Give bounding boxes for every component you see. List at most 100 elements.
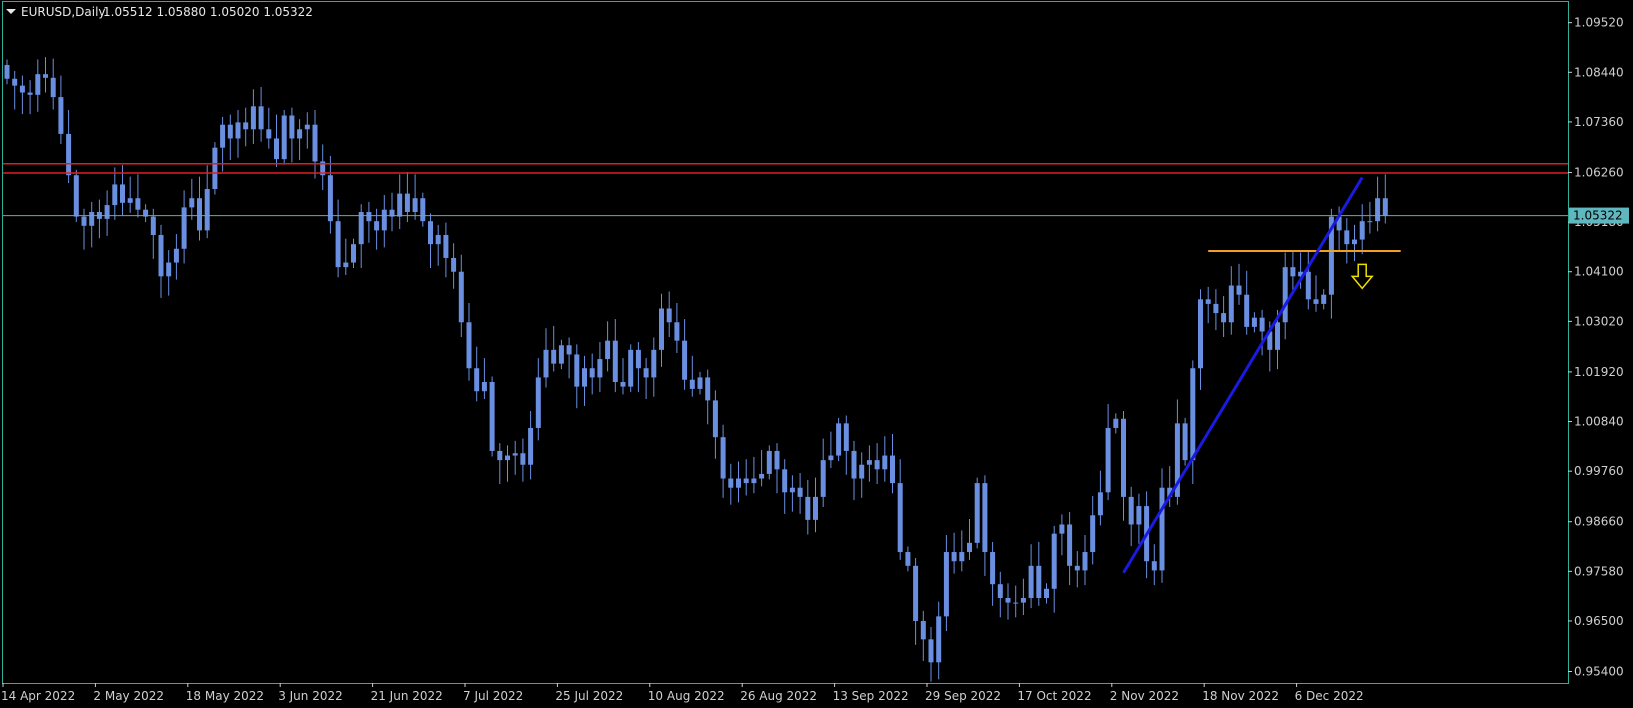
x-tick-label: 13 Sep 2022 <box>833 689 909 703</box>
candle-body <box>112 184 118 206</box>
candle-body <box>158 234 164 277</box>
x-tick-label: 18 May 2022 <box>186 689 264 703</box>
candle-body <box>882 455 888 470</box>
candle-body <box>828 455 834 461</box>
candle-body <box>335 221 341 268</box>
candle <box>836 417 842 462</box>
candle-body <box>836 423 842 456</box>
candle-body <box>797 487 803 497</box>
y-tick-label: 1.04100 <box>1574 265 1624 279</box>
candle-body <box>12 78 18 86</box>
candle-body <box>751 478 757 484</box>
candle-body <box>974 483 980 543</box>
candle-body <box>435 234 441 245</box>
x-tick-label: 3 Jun 2022 <box>278 689 343 703</box>
candle-body <box>612 340 618 383</box>
x-tick-label: 29 Sep 2022 <box>925 689 1001 703</box>
y-tick-label: 0.96500 <box>1574 614 1624 628</box>
candle-body <box>81 216 87 226</box>
candle-body <box>897 483 903 553</box>
candle-body <box>204 189 210 231</box>
candle-body <box>774 450 780 470</box>
candle-body <box>628 349 634 387</box>
candle-body <box>366 211 372 222</box>
y-tick-label: 0.95400 <box>1574 665 1624 679</box>
candle-body <box>489 382 495 451</box>
x-tick-label: 17 Oct 2022 <box>1017 689 1091 703</box>
candle-body <box>1198 299 1203 369</box>
candle-body <box>813 496 818 520</box>
candle-body <box>212 147 218 190</box>
candle-body <box>497 450 503 461</box>
candle-body <box>597 359 603 378</box>
candle-body <box>789 487 795 493</box>
candle-body <box>227 124 233 139</box>
candle-body <box>890 455 895 484</box>
candle-body <box>1282 267 1288 323</box>
candle-body <box>558 345 564 364</box>
y-tick-label: 0.99760 <box>1574 464 1624 478</box>
chart[interactable]: 1.095201.084401.073601.062601.051801.041… <box>0 0 1633 708</box>
x-tick-label: 25 Jul 2022 <box>555 689 623 703</box>
candle-body <box>651 349 657 378</box>
candle-body <box>582 368 587 387</box>
candle <box>1182 417 1188 466</box>
y-tick-label: 1.01920 <box>1574 365 1624 379</box>
candle-body <box>1097 492 1103 516</box>
y-tick-label: 1.07360 <box>1574 115 1624 129</box>
candle <box>73 169 79 223</box>
candle-body <box>1182 423 1188 461</box>
candle-body <box>1105 427 1111 493</box>
candle-body <box>1059 524 1065 534</box>
chart-title: EURUSD,Daily 1.05512 1.05880 1.05020 1.0… <box>6 5 313 19</box>
candle <box>212 142 218 195</box>
candle-body <box>920 620 926 640</box>
candle-body <box>1221 313 1227 323</box>
candle-body <box>274 138 279 160</box>
candle-body <box>35 74 41 95</box>
candle-body <box>1005 597 1011 603</box>
candle-body <box>874 460 880 470</box>
y-tick-label: 0.98660 <box>1574 515 1624 529</box>
candle-body <box>428 221 433 245</box>
candle-body <box>1051 533 1057 589</box>
candle-body <box>1213 303 1219 314</box>
x-tick-label: 2 Nov 2022 <box>1110 689 1179 703</box>
candle-body <box>997 584 1003 598</box>
candle-body <box>805 496 811 520</box>
candle-body <box>181 207 187 249</box>
candle-body <box>27 92 33 95</box>
x-tick-label: 7 Jul 2022 <box>463 689 523 703</box>
candle-body <box>666 308 672 323</box>
candle-body <box>1074 565 1080 571</box>
candle-body <box>643 368 649 378</box>
y-tick-label: 0.97580 <box>1574 564 1624 578</box>
candle-body <box>913 565 919 621</box>
candle-body <box>250 106 256 130</box>
candle-body <box>728 478 734 488</box>
candle-body <box>967 542 972 553</box>
candle-body <box>866 460 872 465</box>
candle-body <box>1190 368 1196 461</box>
candle-body <box>1028 565 1034 598</box>
candle-body <box>705 377 711 401</box>
candle-body <box>1321 294 1327 304</box>
candle-body <box>243 122 249 130</box>
candle-body <box>235 122 241 139</box>
x-tick-label: 10 Aug 2022 <box>648 689 725 703</box>
candle-body <box>1352 239 1357 245</box>
x-tick-label: 6 Dec 2022 <box>1295 689 1364 703</box>
candle-body <box>620 382 626 387</box>
candle-body <box>404 193 410 212</box>
candle-body <box>1375 198 1381 222</box>
candle-body <box>150 216 156 235</box>
candle-body <box>258 106 264 130</box>
candle-body <box>1305 271 1311 300</box>
candle-body <box>50 77 56 98</box>
candle-body <box>451 257 457 272</box>
candle-body <box>782 469 788 493</box>
candle-body <box>1136 506 1142 525</box>
candle-body <box>1251 317 1257 327</box>
candle-body <box>520 453 526 465</box>
candle-body <box>943 552 949 617</box>
